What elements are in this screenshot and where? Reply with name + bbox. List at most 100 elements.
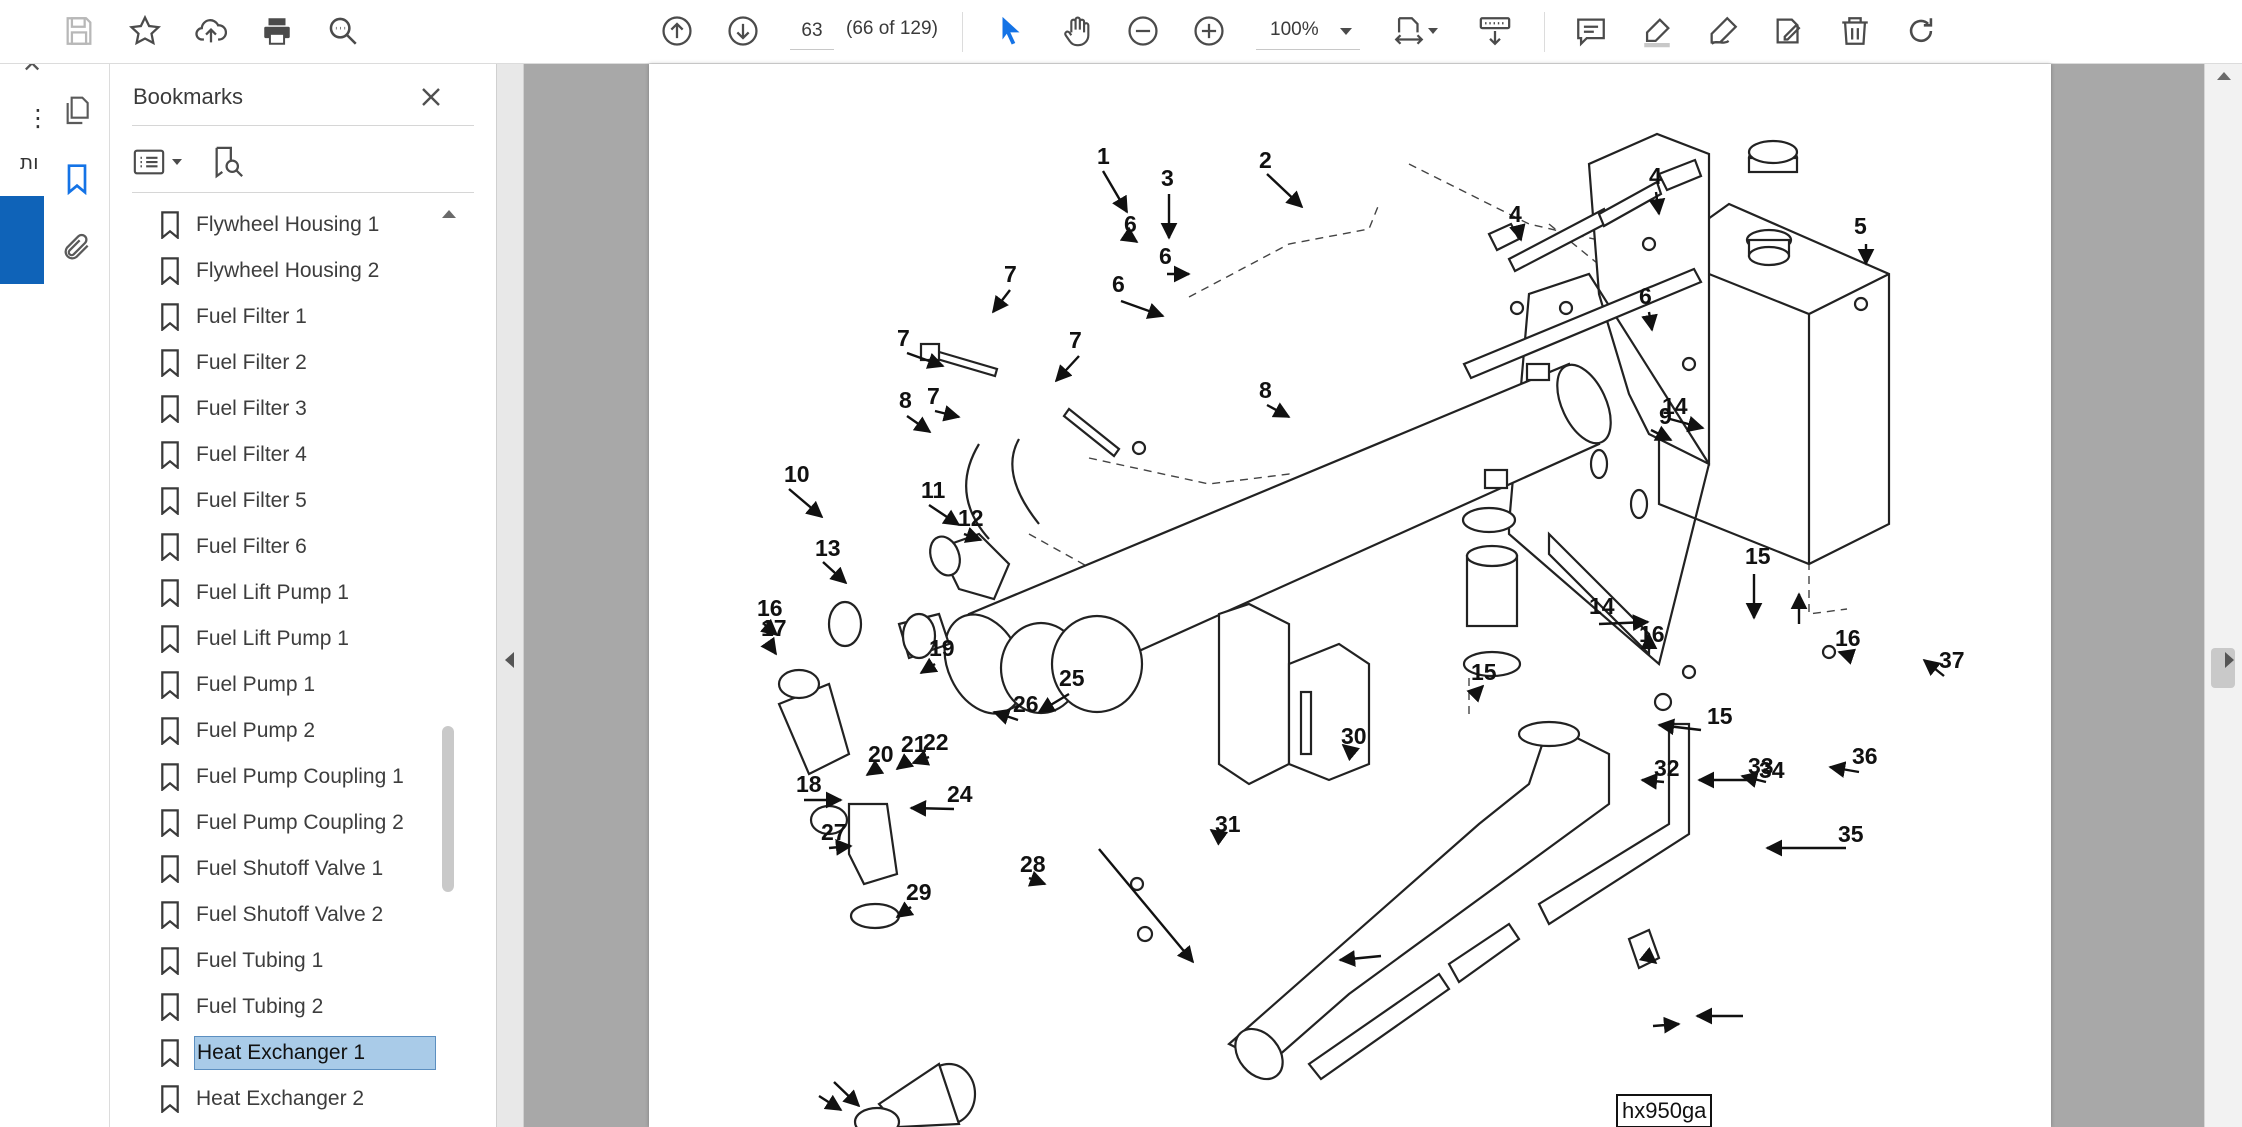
part-callout-number: 7 xyxy=(1069,327,1082,353)
page-thumbnails-icon[interactable] xyxy=(56,90,98,132)
part-callout-number: 22 xyxy=(923,729,949,755)
bookmark-label: Heat Exchanger 1 xyxy=(194,1036,436,1070)
bookmark-item[interactable]: Fuel Pump Coupling 2 xyxy=(150,800,450,846)
main-toolbar: (66 of 129) 100% xyxy=(0,0,2242,64)
bookmark-item[interactable]: Heat Exchanger 2 xyxy=(150,1076,450,1122)
close-icon[interactable] xyxy=(410,76,452,118)
bookmark-label: Fuel Shutoff Valve 1 xyxy=(196,857,384,880)
bookmark-icon xyxy=(150,846,190,892)
bookmark-item[interactable]: Fuel Filter 5 xyxy=(150,478,450,524)
figure-id-label: hx950ga xyxy=(1616,1094,1713,1127)
attachments-icon[interactable] xyxy=(56,226,98,268)
fit-page-icon[interactable] xyxy=(1386,8,1438,54)
scrollbar-thumb[interactable] xyxy=(442,726,454,892)
bookmark-icon xyxy=(150,616,190,662)
bookmark-label: Fuel Filter 1 xyxy=(196,305,307,328)
panel-title: Bookmarks xyxy=(133,84,244,109)
collapse-panel-handle[interactable] xyxy=(496,64,524,1127)
part-callout-number: 15 xyxy=(1707,703,1733,729)
document-scrollbar[interactable] xyxy=(2204,64,2242,1127)
bookmark-item[interactable]: Heat Exchanger 1 xyxy=(150,1030,450,1076)
bookmarks-icon[interactable] xyxy=(56,158,98,200)
hand-icon[interactable] xyxy=(1054,8,1100,54)
bookmark-item[interactable]: Fuel Filter 3 xyxy=(150,386,450,432)
save-icon[interactable] xyxy=(56,8,102,54)
bookmark-options-button[interactable] xyxy=(132,140,188,184)
bookmark-label: Flywheel Housing 2 xyxy=(196,259,380,282)
draw-icon[interactable] xyxy=(1700,8,1746,54)
part-callout-number: 36 xyxy=(1852,743,1878,769)
mounting-block-part xyxy=(1217,602,1371,786)
bookmark-label: Fuel Filter 2 xyxy=(196,351,307,374)
part-callout-number: 4 xyxy=(1649,163,1662,189)
bookmark-icon xyxy=(150,202,190,248)
bookmark-item[interactable]: Fuel Filter 4 xyxy=(150,432,450,478)
bookmark-item[interactable]: Fuel Filter 2 xyxy=(150,340,450,386)
bookmark-label: Heat Exchanger 2 xyxy=(196,1087,365,1110)
part-callout-number: 30 xyxy=(1341,723,1367,749)
bookmark-star-icon[interactable] xyxy=(122,8,168,54)
zoom-in-icon[interactable] xyxy=(1186,8,1232,54)
bookmark-item[interactable]: Fuel Pump 2 xyxy=(150,708,450,754)
background-window-strip: ✕ ⋮ ות xyxy=(0,0,50,1127)
scroll-mode-icon[interactable] xyxy=(1472,8,1518,54)
highlight-icon[interactable] xyxy=(1634,8,1680,54)
delete-icon[interactable] xyxy=(1832,8,1878,54)
bookmark-item[interactable]: Fuel Tubing 1 xyxy=(150,938,450,984)
bookmark-label: Flywheel Housing 1 xyxy=(196,213,380,236)
bookmark-item[interactable]: Fuel Shutoff Valve 1 xyxy=(150,846,450,892)
part-callout-number: 15 xyxy=(1745,543,1771,569)
print-icon[interactable] xyxy=(254,8,300,54)
bookmark-label: Fuel Tubing 2 xyxy=(196,995,324,1018)
bookmark-scrollbar[interactable] xyxy=(438,202,458,1127)
part-callout-number: 16 xyxy=(1639,621,1665,647)
part-callout-number: 16 xyxy=(1835,625,1861,651)
next-page-icon[interactable] xyxy=(720,8,766,54)
bookmark-item[interactable]: Fuel Filter 1 xyxy=(150,294,450,340)
bookmark-icon xyxy=(150,570,190,616)
scroll-up-icon[interactable] xyxy=(442,210,456,218)
part-callout-number: 31 xyxy=(1215,811,1241,837)
bookmark-item[interactable]: Fuel Lift Pump 1 xyxy=(150,616,450,662)
bookmark-label: Fuel Pump 1 xyxy=(196,673,316,696)
part-callout-number: 26 xyxy=(1013,691,1039,717)
zoom-search-icon[interactable] xyxy=(320,8,366,54)
find-bookmark-icon[interactable] xyxy=(206,140,250,184)
bookmark-item[interactable]: Flywheel Housing 1 xyxy=(150,202,450,248)
page-number-input[interactable] xyxy=(790,12,834,50)
collapse-left-icon[interactable] xyxy=(505,652,514,668)
rotate-icon[interactable] xyxy=(1898,8,1944,54)
bookmark-item[interactable]: Fuel Filter 6 xyxy=(150,524,450,570)
bookmark-item[interactable]: Flywheel Housing 2 xyxy=(150,248,450,294)
bookmarks-panel: Bookmarks Flywheel Housing 1 Flywheel Hou… xyxy=(110,64,496,1127)
bookmark-item[interactable]: Fuel Tubing 2 xyxy=(150,984,450,1030)
fill-sign-icon[interactable] xyxy=(1766,8,1812,54)
chevron-down-icon xyxy=(1428,28,1438,34)
bookmark-item[interactable]: Fuel Pump Coupling 1 xyxy=(150,754,450,800)
bookmark-label: Fuel Pump Coupling 1 xyxy=(196,765,404,788)
pin-part xyxy=(1062,407,1121,458)
bookmark-item[interactable]: Fuel Shutoff Valve 2 xyxy=(150,892,450,938)
bookmark-item[interactable]: Fuel Lift Pump 1 xyxy=(150,570,450,616)
part-callout-number: 28 xyxy=(1020,851,1046,877)
previous-page-icon[interactable] xyxy=(654,8,700,54)
bookmark-label: Fuel Lift Pump 1 xyxy=(196,627,349,650)
panel-divider xyxy=(132,192,474,193)
bookmark-item[interactable]: Fuel Pump 1 xyxy=(150,662,450,708)
select-pointer-icon[interactable] xyxy=(988,8,1034,54)
part-callout-number: 2 xyxy=(1259,147,1272,173)
bookmark-label: Fuel Filter 3 xyxy=(196,397,307,420)
upload-cloud-icon[interactable] xyxy=(188,8,234,54)
zoom-level-dropdown[interactable]: 100% xyxy=(1256,12,1360,50)
comment-icon[interactable] xyxy=(1568,8,1614,54)
zoom-out-icon[interactable] xyxy=(1120,8,1166,54)
bookmark-icon xyxy=(150,294,190,340)
elbow-connector-part xyxy=(847,802,899,886)
scroll-up-icon[interactable] xyxy=(2217,72,2231,80)
bookmark-icon xyxy=(150,432,190,478)
bookmark-icon xyxy=(150,248,190,294)
bookmark-icon xyxy=(150,340,190,386)
expand-right-icon[interactable] xyxy=(2225,652,2234,668)
part-callout-number: 24 xyxy=(947,781,973,807)
bookmark-label: Fuel Shutoff Valve 2 xyxy=(196,903,384,926)
